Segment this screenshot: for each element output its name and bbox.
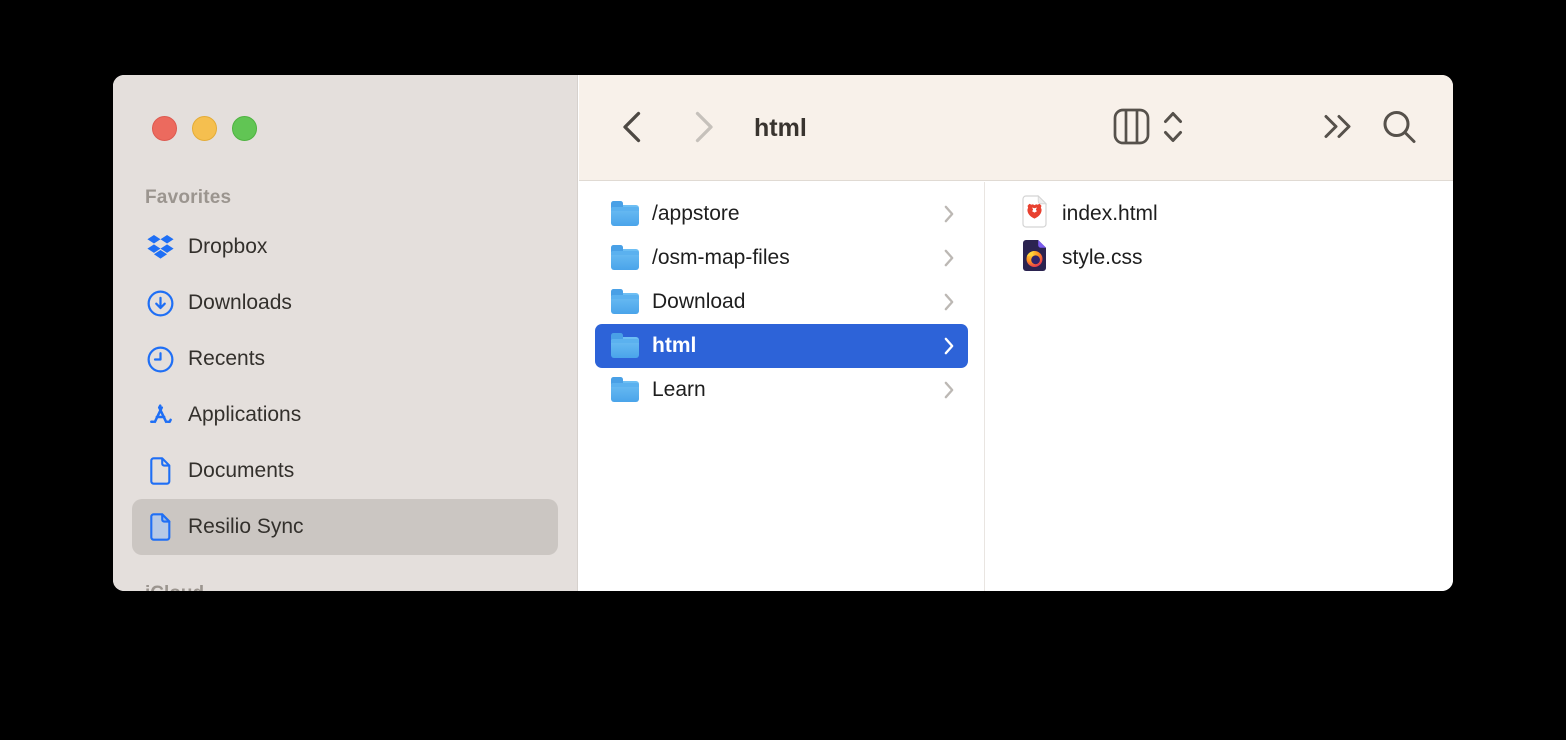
minimize-window-button[interactable] [192,116,217,141]
forward-button[interactable] [690,110,718,146]
brave-html-file-icon [1021,195,1048,233]
sidebar-item-recents[interactable]: Recents [132,331,558,387]
close-window-button[interactable] [152,116,177,141]
sidebar-item-label: Applications [188,403,301,427]
sidebar-item-downloads[interactable]: Downloads [132,275,558,331]
dropbox-icon [145,235,175,259]
folder-row-download[interactable]: Download [595,280,968,324]
view-mode-button[interactable] [1112,109,1150,147]
folder-row-html[interactable]: html [595,324,968,368]
folder-icon [611,205,639,226]
window-controls [152,116,257,141]
folder-column: /appstore /osm-map-files Download [579,182,985,591]
chevron-up-down-icon [1162,110,1184,147]
chevron-right-icon [944,205,954,223]
sidebar-item-applications[interactable]: Applications [132,387,558,443]
folder-icon [611,249,639,270]
file-row-index-html[interactable]: index.html [986,192,1453,236]
chevron-right-icon [944,381,954,399]
document-filled-icon [145,513,175,541]
column-browser: /appstore /osm-map-files Download [579,182,1453,591]
view-options-button[interactable] [1161,111,1185,145]
double-chevron-icon [1322,114,1355,142]
folder-name: Download [652,290,931,314]
window-title: html [754,75,807,181]
sidebar-item-label: Recents [188,347,265,371]
chevron-right-icon [944,249,954,267]
search-icon [1381,109,1417,148]
sidebar-item-documents[interactable]: Documents [132,443,558,499]
back-chevron-icon [621,110,642,147]
folder-name: Learn [652,378,931,402]
folder-row-learn[interactable]: Learn [595,368,968,412]
folder-row-appstore[interactable]: /appstore [595,192,968,236]
sidebar-item-label: Downloads [188,291,292,315]
folder-row-osm-map-files[interactable]: /osm-map-files [595,236,968,280]
column-view-icon [1113,108,1150,148]
sidebar-item-label: Resilio Sync [188,515,304,539]
search-button[interactable] [1380,109,1418,147]
chevron-right-icon [944,293,954,311]
sidebar-item-dropbox[interactable]: Dropbox [132,219,558,275]
sidebar-section-favorites: Favorites [145,187,231,209]
clock-icon [145,346,175,373]
file-name: style.css [1062,246,1143,270]
finder-window: Favorites Dropbox Downloads [113,75,1453,591]
sidebar-item-label: Documents [188,459,294,483]
more-toolbar-items-button[interactable] [1321,115,1355,141]
folder-icon [611,337,639,358]
firefox-css-file-icon [1021,239,1048,277]
folder-name: /appstore [652,202,931,226]
app-store-icon [145,402,175,429]
file-name: index.html [1062,202,1158,226]
folder-icon [611,381,639,402]
sidebar-list: Dropbox Downloads Rece [113,219,577,555]
forward-chevron-icon [694,110,715,147]
zoom-window-button[interactable] [232,116,257,141]
folder-name: html [652,334,931,358]
file-row-style-css[interactable]: style.css [986,236,1453,280]
sidebar-item-resilio-sync[interactable]: Resilio Sync [132,499,558,555]
sidebar: Favorites Dropbox Downloads [113,75,578,591]
chevron-right-icon [944,337,954,355]
folder-icon [611,293,639,314]
sidebar-section-clipped: iCloud [145,583,204,591]
back-button[interactable] [617,110,645,146]
file-column: index.html [986,182,1453,591]
folder-name: /osm-map-files [652,246,931,270]
sidebar-item-label: Dropbox [188,235,267,259]
download-circle-icon [145,290,175,317]
document-icon [145,457,175,485]
toolbar: html [579,75,1453,181]
